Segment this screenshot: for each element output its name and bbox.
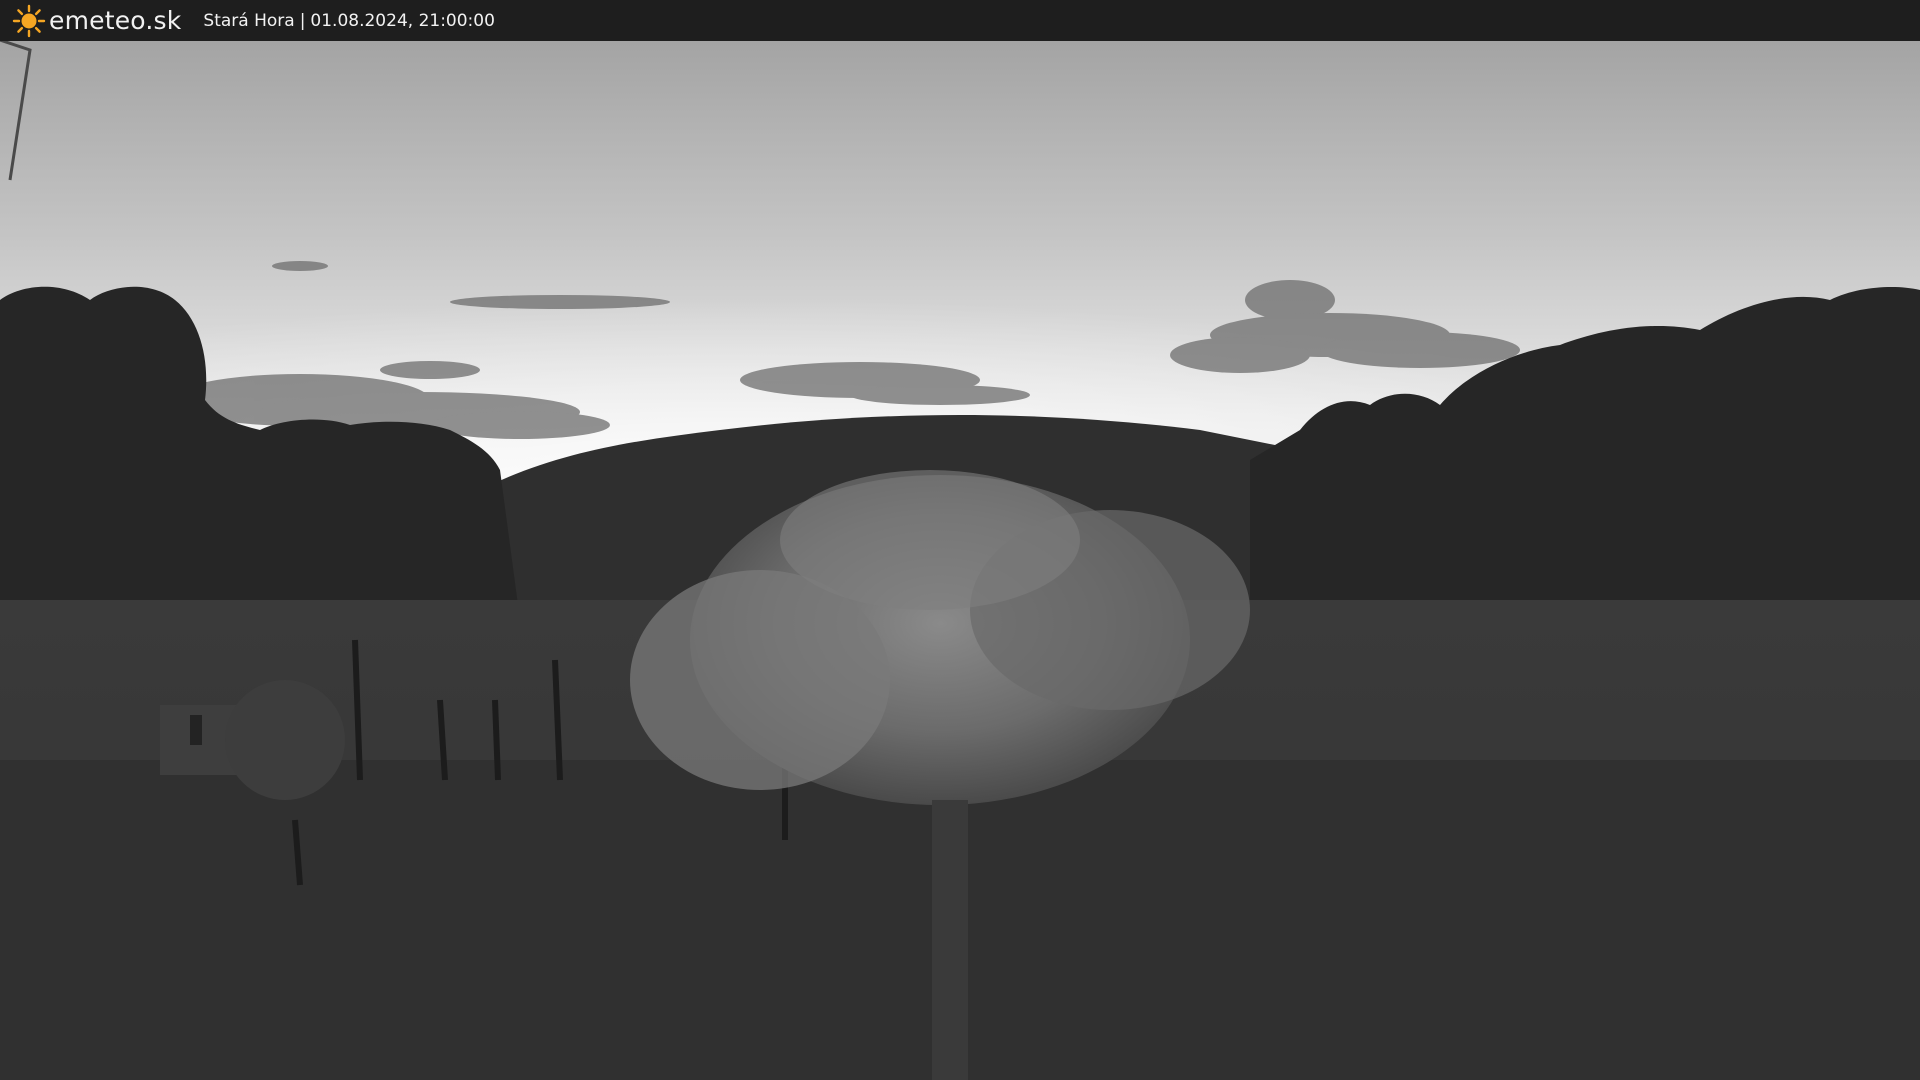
header-bar: emeteo.sk Stará Hora | 01.08.2024, 21:00… bbox=[0, 0, 1920, 41]
caption-separator: | bbox=[299, 10, 306, 31]
logo[interactable]: emeteo.sk bbox=[12, 0, 181, 41]
webcam-image bbox=[0, 0, 1920, 1080]
sun-icon bbox=[12, 4, 46, 38]
location-label: Stará Hora bbox=[203, 10, 295, 31]
camera-caption: Stará Hora | 01.08.2024, 21:00:00 bbox=[203, 11, 495, 31]
webcam-frame: emeteo.sk Stará Hora | 01.08.2024, 21:00… bbox=[0, 0, 1920, 1080]
brand-name: emeteo.sk bbox=[49, 6, 182, 35]
datetime-label: 01.08.2024, 21:00:00 bbox=[310, 10, 495, 31]
